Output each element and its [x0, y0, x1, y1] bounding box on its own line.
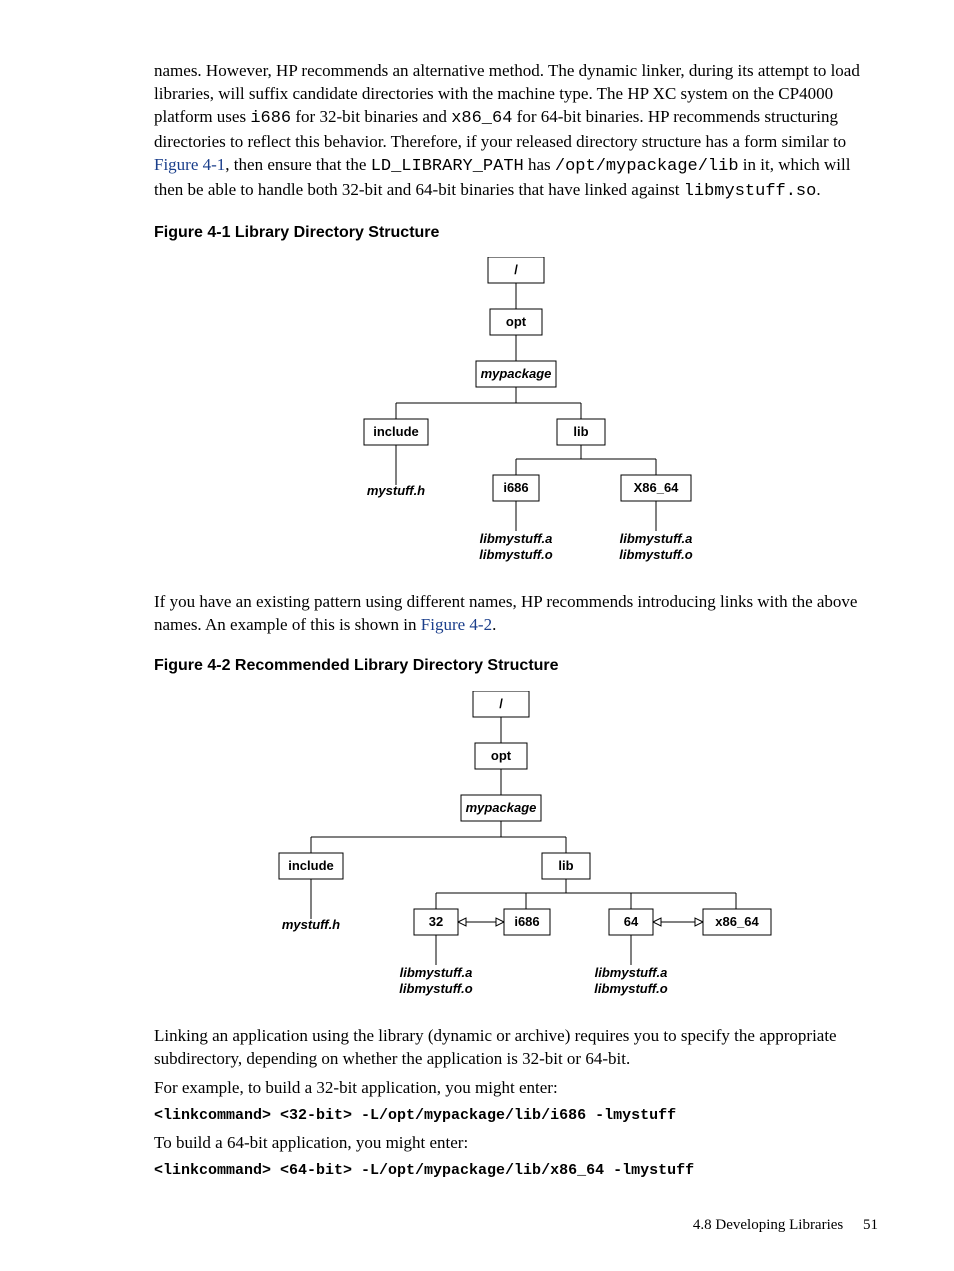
footer-section: 4.8 Developing Libraries	[693, 1217, 843, 1233]
svg-text:libmystuff.a: libmystuff.a	[595, 965, 668, 980]
code-inline: x86_64	[451, 109, 512, 128]
text: has	[524, 155, 555, 174]
svg-text:libmystuff.a: libmystuff.a	[400, 965, 473, 980]
footer-page-number: 51	[863, 1217, 878, 1233]
text: .	[816, 180, 820, 199]
paragraph-2: If you have an existing pattern using di…	[154, 591, 878, 637]
svg-text:X86_64: X86_64	[634, 480, 680, 495]
command-32bit: <linkcommand> <32-bit> -L/opt/mypackage/…	[154, 1106, 878, 1126]
text: for 32-bit binaries and	[291, 107, 451, 126]
paragraph-3: Linking an application using the library…	[154, 1025, 878, 1071]
svg-text:opt: opt	[491, 748, 512, 763]
text: .	[492, 615, 496, 634]
code-inline: libmystuff.so	[684, 182, 817, 201]
page: names. However, HP recommends an alterna…	[0, 0, 954, 1271]
code-inline: i686	[250, 109, 291, 128]
svg-text:libmystuff.o: libmystuff.o	[399, 981, 472, 996]
svg-text:mystuff.h: mystuff.h	[282, 917, 340, 932]
svg-text:opt: opt	[506, 314, 527, 329]
code-inline: LD_LIBRARY_PATH	[371, 157, 524, 176]
svg-text:/: /	[499, 696, 503, 711]
svg-text:mystuff.h: mystuff.h	[367, 483, 425, 498]
figure-4-1-diagram: / opt mypackage include lib mystuff.h i6…	[154, 257, 878, 567]
figure-4-2-diagram: / opt mypackage include lib mystuff.h 32…	[154, 691, 878, 1001]
svg-text:lib: lib	[558, 858, 573, 873]
svg-text:32: 32	[429, 914, 443, 929]
paragraph-4: For example, to build a 32-bit applicati…	[154, 1077, 878, 1100]
code-inline: /opt/mypackage/lib	[555, 157, 739, 176]
svg-text:i686: i686	[514, 914, 539, 929]
paragraph-5: To build a 64-bit application, you might…	[154, 1132, 878, 1155]
svg-text:mypackage: mypackage	[466, 800, 537, 815]
text: , then ensure that the	[225, 155, 370, 174]
figure-4-2-title: Figure 4-2 Recommended Library Directory…	[154, 655, 878, 677]
svg-text:i686: i686	[503, 480, 528, 495]
svg-text:include: include	[373, 424, 419, 439]
page-footer: 4.8 Developing Libraries 51	[693, 1215, 878, 1235]
figure-4-1-link[interactable]: Figure 4-1	[154, 155, 225, 174]
svg-text:lib: lib	[573, 424, 588, 439]
command-64bit: <linkcommand> <64-bit> -L/opt/mypackage/…	[154, 1161, 878, 1181]
paragraph-1: names. However, HP recommends an alterna…	[154, 60, 878, 204]
svg-text:libmystuff.o: libmystuff.o	[594, 981, 667, 996]
svg-text:libmystuff.a: libmystuff.a	[480, 531, 553, 546]
text: If you have an existing pattern using di…	[154, 592, 857, 634]
svg-text:64: 64	[624, 914, 639, 929]
svg-text:x86_64: x86_64	[715, 914, 759, 929]
figure-4-2-link[interactable]: Figure 4-2	[421, 615, 492, 634]
svg-text:libmystuff.o: libmystuff.o	[619, 547, 692, 562]
svg-text:libmystuff.a: libmystuff.a	[620, 531, 693, 546]
svg-text:/: /	[514, 262, 518, 277]
svg-text:mypackage: mypackage	[481, 366, 552, 381]
figure-4-1-title: Figure 4-1 Library Directory Structure	[154, 222, 878, 244]
svg-text:libmystuff.o: libmystuff.o	[479, 547, 552, 562]
svg-text:include: include	[288, 858, 334, 873]
